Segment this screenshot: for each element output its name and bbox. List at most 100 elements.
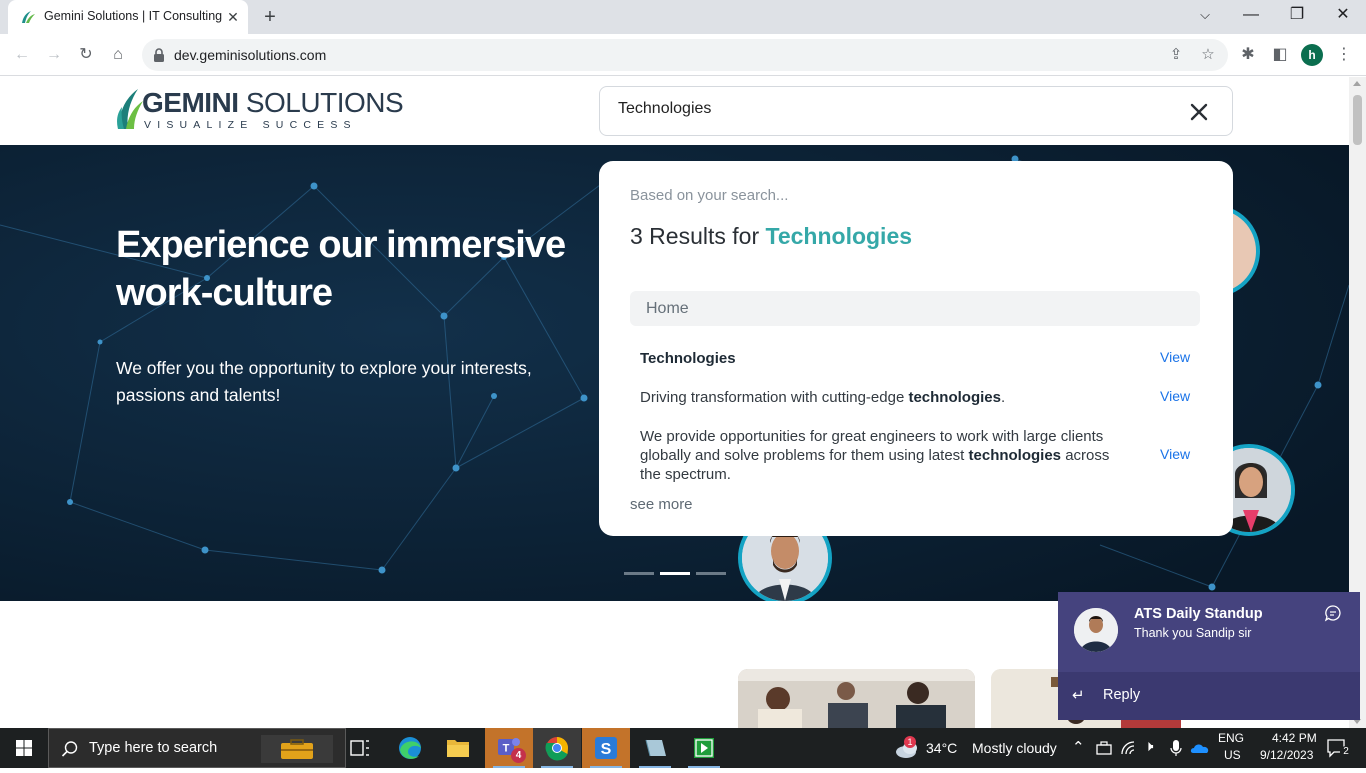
carousel-dot[interactable]: [696, 572, 726, 575]
task-view-button[interactable]: [336, 728, 384, 768]
see-more-link[interactable]: see more: [630, 496, 693, 513]
input-language[interactable]: ENG: [1218, 731, 1244, 745]
speaker-muted-icon[interactable]: 🕨: [1144, 738, 1153, 755]
extensions-icon[interactable]: ✱: [1236, 43, 1260, 67]
s-app-icon: S: [595, 737, 617, 759]
taskbar-search-box[interactable]: Type here to search: [48, 728, 346, 768]
weather-text[interactable]: Mostly cloudy: [972, 740, 1057, 756]
clock-date[interactable]: 9/12/2023: [1260, 748, 1313, 762]
taskbar-search-placeholder: Type here to search: [89, 740, 218, 756]
scroll-up-arrow-icon[interactable]: [1353, 81, 1361, 86]
results-hint: Based on your search...: [630, 187, 789, 204]
windows-logo-icon: [16, 740, 32, 756]
sender-avatar: [1074, 608, 1118, 652]
browser-toolbar: ← → ↻ ⌂ dev.geminisolutions.com ⇪ ☆ ✱ ◧ …: [0, 34, 1366, 76]
search-result-item[interactable]: Driving transformation with cutting-edge…: [640, 388, 1200, 408]
taskbar-app-s[interactable]: S: [582, 728, 630, 768]
tab-title: Gemini Solutions | IT Consulting, Softwa…: [44, 9, 222, 23]
site-header: GEMINI SOLUTIONS VISUALIZE SUCCESS: [0, 77, 1349, 145]
search-result-item[interactable]: Technologies View: [640, 349, 1200, 369]
weather-alert-badge: 1: [904, 736, 916, 748]
bookmark-star-icon[interactable]: ☆: [1198, 45, 1218, 65]
system-tray: 1 34°C Mostly cloudy ⌃ 🕨 ENG US 4:42 PM …: [890, 728, 1366, 768]
result-view-link[interactable]: View: [1160, 388, 1190, 404]
briefcase-icon: [261, 735, 333, 763]
taskbar-edge[interactable]: [386, 728, 434, 768]
taskbar-file-explorer[interactable]: [434, 728, 482, 768]
tab-close-icon[interactable]: ✕: [224, 8, 242, 26]
window-close-button[interactable]: ✕: [1320, 0, 1366, 32]
start-button[interactable]: [0, 728, 48, 768]
reply-arrow-icon: ↵: [1072, 687, 1085, 704]
teams-badge: 4: [511, 748, 526, 763]
profile-avatar[interactable]: h: [1301, 44, 1323, 66]
microphone-icon[interactable]: [1170, 739, 1182, 757]
windows-taskbar: Type here to search T 4 S 1 34°C Mostly …: [0, 728, 1366, 768]
carousel-dot-active[interactable]: [660, 572, 690, 575]
reply-button[interactable]: ↵ Reply: [1058, 672, 1360, 720]
url-text: dev.geminisolutions.com: [174, 47, 327, 63]
calculator-icon: [645, 739, 666, 757]
share-icon[interactable]: ⇪: [1166, 45, 1186, 65]
input-region[interactable]: US: [1224, 748, 1241, 762]
new-tab-button[interactable]: +: [258, 6, 282, 28]
gemini-favicon-icon: [22, 11, 35, 23]
result-text: We provide opportunities for great engin…: [640, 428, 1110, 483]
browser-tab-active[interactable]: Gemini Solutions | IT Consulting, Softwa…: [8, 0, 248, 34]
scrollbar-thumb[interactable]: [1353, 95, 1362, 145]
notification-sender: ATS Daily Standup: [1134, 606, 1263, 622]
results-section-header: Home: [630, 291, 1200, 326]
leaf-logo-icon: [117, 89, 143, 129]
search-icon: [61, 741, 78, 757]
lock-icon[interactable]: [152, 47, 166, 63]
edge-icon: [399, 737, 421, 759]
browser-tab-strip: Gemini Solutions | IT Consulting, Softwa…: [0, 0, 1366, 34]
result-view-link[interactable]: View: [1160, 349, 1190, 365]
teams-icon: T: [485, 728, 533, 768]
hero-heading: Experience our immersive work-culture: [116, 224, 566, 314]
gemini-logo[interactable]: GEMINI SOLUTIONS VISUALIZE SUCCESS: [116, 85, 404, 135]
show-hidden-icons-chevron-icon[interactable]: ⌃: [1072, 738, 1085, 756]
chat-bubble-icon: [1324, 605, 1341, 622]
clear-search-icon[interactable]: [1188, 101, 1210, 123]
restore-button[interactable]: ❐: [1274, 0, 1320, 32]
weather-temp[interactable]: 34°C: [926, 740, 957, 756]
result-view-link[interactable]: View: [1160, 446, 1190, 462]
taskbar-chrome[interactable]: [533, 728, 581, 768]
taskbar-app-media[interactable]: [680, 728, 728, 768]
tab-search-chevron-icon[interactable]: ⌵: [1182, 0, 1228, 32]
folder-icon: [447, 740, 469, 757]
menu-kebab-icon[interactable]: ⋮: [1332, 43, 1356, 67]
onedrive-icon[interactable]: [1190, 742, 1210, 754]
reply-label: Reply: [1103, 687, 1141, 703]
clock-time[interactable]: 4:42 PM: [1272, 731, 1317, 745]
wifi-icon[interactable]: [1120, 740, 1138, 756]
side-panel-icon[interactable]: ◧: [1268, 43, 1292, 67]
forward-icon[interactable]: →: [42, 43, 66, 67]
site-search-input[interactable]: [618, 100, 1158, 118]
home-icon[interactable]: ⌂: [106, 43, 130, 67]
media-play-icon: [694, 738, 714, 758]
search-result-item[interactable]: We provide opportunities for great engin…: [640, 427, 1200, 485]
notification-count: 2: [1340, 746, 1352, 758]
address-bar[interactable]: dev.geminisolutions.com ⇪ ☆: [142, 39, 1228, 71]
chrome-icon: [545, 737, 568, 761]
teams-notification-toast[interactable]: ATS Daily Standup Thank you Sandip sir ↵…: [1058, 592, 1360, 720]
office-photo: [738, 669, 975, 728]
meet-now-icon[interactable]: [1096, 741, 1112, 755]
result-text: Technologies: [640, 350, 736, 367]
back-icon[interactable]: ←: [10, 43, 34, 67]
svg-text:T: T: [503, 743, 510, 755]
result-text: Driving transformation with cutting-edge…: [640, 389, 1006, 406]
task-view-icon: [350, 740, 369, 756]
taskbar-app-calculator[interactable]: [631, 728, 679, 768]
search-results-panel: Based on your search... 3 Results for Te…: [599, 161, 1233, 536]
site-search-box[interactable]: [599, 86, 1233, 136]
svg-text:S: S: [601, 741, 612, 758]
logo-tagline: VISUALIZE SUCCESS: [144, 119, 357, 131]
reload-icon[interactable]: ↻: [74, 43, 98, 67]
minimize-button[interactable]: —: [1228, 0, 1274, 32]
taskbar-teams[interactable]: T 4: [485, 728, 533, 768]
carousel-dot[interactable]: [624, 572, 654, 575]
notification-message: Thank you Sandip sir: [1134, 626, 1252, 640]
